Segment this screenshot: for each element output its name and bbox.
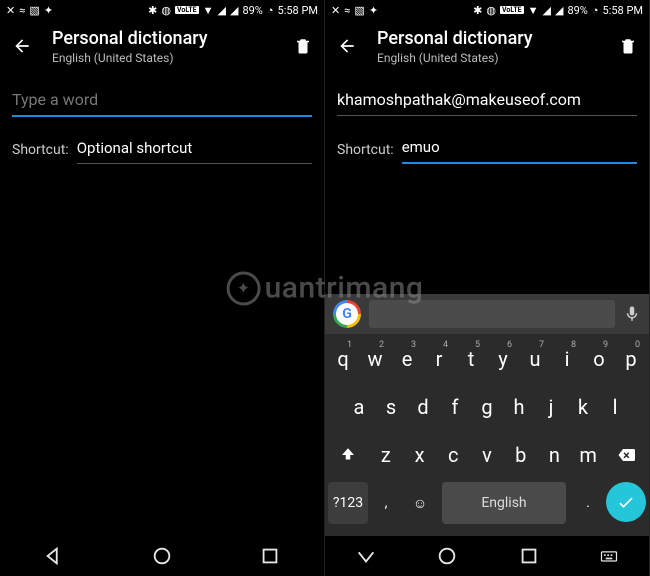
key-c[interactable]: c [437, 434, 469, 476]
word-input[interactable]: Type a word [12, 80, 312, 115]
google-icon[interactable] [333, 300, 361, 328]
key-a[interactable]: a [344, 386, 374, 428]
key-u[interactable]: u7 [520, 338, 550, 380]
home-nav-icon[interactable] [436, 545, 458, 567]
shortcut-label: Shortcut: [337, 142, 394, 164]
volte-badge: VoLTE [500, 6, 524, 14]
symbols-key[interactable]: ?123 [328, 482, 368, 524]
delete-icon[interactable] [294, 36, 312, 56]
alarm-icon: ◔ [267, 4, 274, 17]
signal-icon: ◢ [543, 4, 551, 17]
header: Personal dictionary English (United Stat… [325, 20, 649, 72]
home-nav-icon[interactable] [151, 545, 173, 567]
key-f[interactable]: f [440, 386, 470, 428]
data-icon: ◍ [161, 4, 171, 17]
battery-text: 89% [242, 4, 262, 17]
signal-icon-2: ◢ [555, 4, 563, 17]
word-field[interactable]: khamoshpathak@makeuseof.com [337, 80, 637, 116]
space-key[interactable]: English [442, 482, 566, 524]
left-screen: ✕ ≈ ▧ ✦ ✱ ◍ VoLTE ▼ ◢ ◢ 89% ◔ 5:58 PM Pe… [0, 0, 325, 576]
period-key[interactable]: . [572, 482, 604, 524]
key-e[interactable]: e3 [392, 338, 422, 380]
backspace-key[interactable] [606, 434, 646, 476]
shortcut-input[interactable]: Optional shortcut [77, 135, 312, 163]
header: Personal dictionary English (United Stat… [0, 20, 324, 72]
word-input[interactable]: khamoshpathak@makeuseof.com [337, 80, 637, 115]
emoji-key[interactable]: ☺ [404, 482, 436, 524]
status-bar: ✕ ≈ ▧ ✦ ✱ ◍ VoLTE ▼ ◢ ◢ 89% ◔ 5:58 PM [0, 0, 324, 20]
sync-icon: ≈ [344, 4, 350, 17]
picture-icon: ▧ [354, 4, 364, 17]
key-g[interactable]: g [472, 386, 502, 428]
refresh-icon: ✦ [369, 4, 378, 17]
page-subtitle: English (United States) [52, 51, 274, 65]
key-b[interactable]: b [505, 434, 537, 476]
mic-icon[interactable] [623, 305, 641, 323]
navigation-bar [0, 536, 324, 576]
bluetooth-icon: ✱ [473, 4, 482, 17]
key-w[interactable]: w2 [360, 338, 390, 380]
keyboard-suggestion-bar [325, 294, 649, 334]
key-r[interactable]: r4 [424, 338, 454, 380]
page-subtitle: English (United States) [377, 51, 599, 65]
key-p[interactable]: p0 [616, 338, 646, 380]
recent-nav-icon[interactable] [259, 545, 281, 567]
back-nav-icon[interactable] [355, 545, 377, 567]
key-j[interactable]: j [536, 386, 566, 428]
data-icon: ◍ [486, 4, 496, 17]
key-s[interactable]: s [376, 386, 406, 428]
recent-nav-icon[interactable] [518, 545, 540, 567]
word-field[interactable]: Type a word [12, 80, 312, 117]
key-k[interactable]: k [568, 386, 598, 428]
clock-text: 5:58 PM [603, 4, 643, 17]
delete-icon[interactable] [619, 36, 637, 56]
key-i[interactable]: i8 [552, 338, 582, 380]
page-title: Personal dictionary [52, 28, 274, 49]
key-l[interactable]: l [600, 386, 630, 428]
battery-text: 89% [567, 4, 587, 17]
wifi-icon: ▼ [203, 4, 214, 17]
key-n[interactable]: n [539, 434, 571, 476]
back-nav-icon[interactable] [43, 545, 65, 567]
enter-key[interactable] [606, 482, 646, 522]
shortcut-label: Shortcut: [12, 142, 69, 164]
key-h[interactable]: h [504, 386, 534, 428]
key-x[interactable]: x [404, 434, 436, 476]
sync-icon: ≈ [19, 4, 25, 17]
shortcut-input[interactable]: emuo [402, 134, 637, 162]
clock-text: 5:58 PM [278, 4, 318, 17]
right-screen: ✕ ≈ ▧ ✦ ✱ ◍ VoLTE ▼ ◢ ◢ 89% ◔ 5:58 PM Pe… [325, 0, 650, 576]
volte-badge: VoLTE [175, 6, 199, 14]
navigation-bar [325, 536, 649, 576]
signal-icon: ◢ [218, 4, 226, 17]
back-icon[interactable] [337, 36, 357, 56]
key-v[interactable]: v [471, 434, 503, 476]
key-q[interactable]: q1 [328, 338, 358, 380]
refresh-icon: ✦ [44, 4, 53, 17]
keyboard: q1w2e3r4t5y6u7i8o9p0 asdfghjkl zxcvbnm ?… [325, 334, 649, 536]
key-d[interactable]: d [408, 386, 438, 428]
shortcut-field[interactable]: emuo [402, 134, 637, 164]
key-z[interactable]: z [370, 434, 402, 476]
key-y[interactable]: y6 [488, 338, 518, 380]
wifi-icon: ▼ [528, 4, 539, 17]
key-o[interactable]: o9 [584, 338, 614, 380]
status-bar: ✕ ≈ ▧ ✦ ✱ ◍ VoLTE ▼ ◢ ◢ 89% ◔ 5:58 PM [325, 0, 649, 20]
page-title: Personal dictionary [377, 28, 599, 49]
key-m[interactable]: m [572, 434, 604, 476]
back-icon[interactable] [12, 36, 32, 56]
bluetooth-icon: ✱ [148, 4, 157, 17]
cast-icon: ✕ [331, 4, 340, 17]
comma-key[interactable]: , [370, 482, 402, 524]
picture-icon: ▧ [29, 4, 39, 17]
keyboard-nav-icon[interactable] [599, 545, 619, 567]
shortcut-field[interactable]: Optional shortcut [77, 135, 312, 164]
signal-icon-2: ◢ [230, 4, 238, 17]
cast-icon: ✕ [6, 4, 15, 17]
alarm-icon: ◔ [592, 4, 599, 17]
shift-key[interactable] [328, 434, 368, 476]
key-t[interactable]: t5 [456, 338, 486, 380]
suggestion-area[interactable] [369, 300, 615, 328]
